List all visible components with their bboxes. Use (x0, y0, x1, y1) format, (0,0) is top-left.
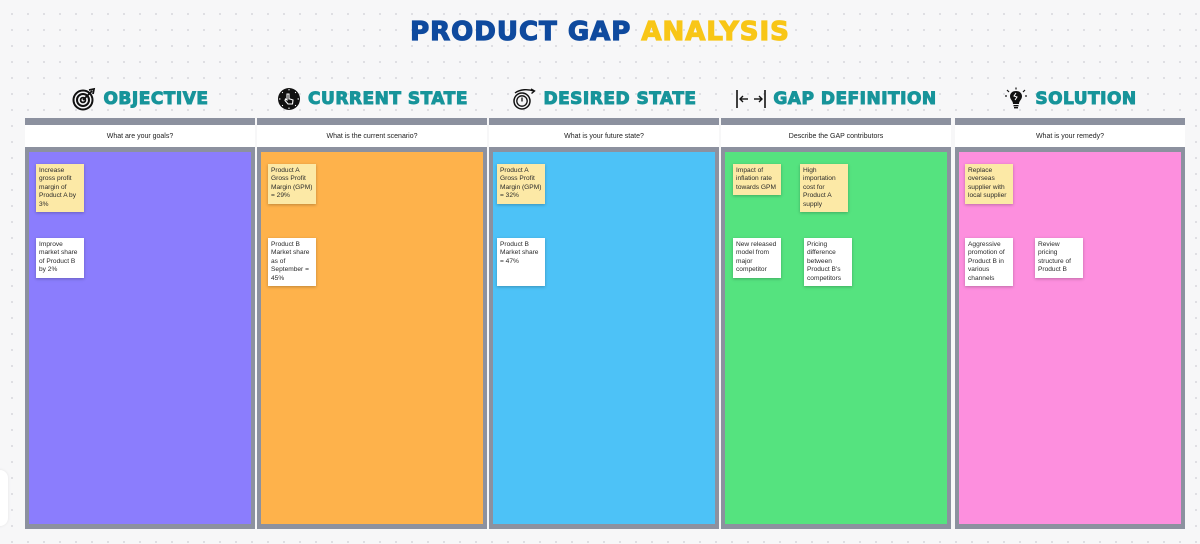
column-heading: OBJECTIVE (25, 80, 255, 118)
title-part-analysis: ANALYSIS (641, 16, 790, 47)
sticky-note[interactable]: Review pricing structure of Product B (1035, 238, 1083, 278)
sticky-note[interactable]: Product B Market share as of September =… (268, 238, 316, 287)
board-area[interactable]: Increase gross profit margin of Product … (29, 152, 251, 524)
column-header-bar (721, 118, 951, 125)
column-desired-state: DESIRED STATE What is your future state?… (489, 80, 719, 529)
side-panel-handle[interactable] (0, 470, 8, 526)
sticky-note[interactable]: Increase gross profit margin of Product … (36, 164, 84, 213)
title-part-product-gap: PRODUCT GAP (409, 16, 642, 47)
sticky-note[interactable]: Product A Gross Profit Margin (GPM) = 29… (268, 164, 316, 204)
clock-arrow-icon (511, 86, 537, 112)
board-area[interactable]: Impact of inflation rate towards GPM Hig… (725, 152, 947, 524)
sticky-note[interactable]: Pricing difference between Product B's c… (804, 238, 852, 287)
column-title: DESIRED STATE (543, 89, 697, 110)
column-header-bar (25, 118, 255, 125)
column-heading: SOLUTION (955, 80, 1185, 118)
page-title: PRODUCT GAP ANALYSIS (0, 16, 1200, 47)
column-question: Describe the GAP contributors (721, 125, 951, 147)
column-board[interactable]: Impact of inflation rate towards GPM Hig… (721, 147, 951, 529)
column-board[interactable]: Increase gross profit margin of Product … (25, 147, 255, 529)
column-title: CURRENT STATE (308, 89, 468, 110)
column-current-state: CURRENT STATE What is the current scenar… (257, 80, 487, 529)
sticky-note[interactable]: Product B Market share = 47% (497, 238, 545, 286)
column-title: GAP DEFINITION (773, 89, 937, 110)
sticky-note[interactable]: Product A Gross Profit Margin (GPM) = 32… (497, 164, 545, 204)
column-board[interactable]: Product A Gross Profit Margin (GPM) = 32… (489, 147, 719, 529)
board-area[interactable]: Product A Gross Profit Margin (GPM) = 29… (261, 152, 483, 524)
sticky-note[interactable]: Impact of inflation rate towards GPM (733, 164, 781, 196)
sticky-note[interactable]: Replace overseas supplier with local sup… (965, 164, 1013, 204)
column-heading: CURRENT STATE (257, 80, 487, 118)
column-heading: DESIRED STATE (489, 80, 719, 118)
column-heading: GAP DEFINITION (721, 80, 951, 118)
column-question: What are your goals? (25, 125, 255, 147)
touch-clock-icon (276, 86, 302, 112)
column-solution: SOLUTION What is your remedy? Replace ov… (955, 80, 1185, 529)
sticky-note[interactable]: Improve market share of Product B by 2% (36, 238, 84, 278)
column-question: What is the current scenario? (257, 125, 487, 147)
column-objective: OBJECTIVE What are your goals? Increase … (25, 80, 255, 529)
column-board[interactable]: Product A Gross Profit Margin (GPM) = 29… (257, 147, 487, 529)
board-area[interactable]: Product A Gross Profit Margin (GPM) = 32… (493, 152, 715, 524)
board-area[interactable]: Replace overseas supplier with local sup… (959, 152, 1181, 524)
column-question: What is your remedy? (955, 125, 1185, 147)
lightbulb-icon (1003, 86, 1029, 112)
target-icon (71, 86, 97, 112)
column-title: SOLUTION (1035, 89, 1137, 110)
column-header-bar (955, 118, 1185, 125)
column-board[interactable]: Replace overseas supplier with local sup… (955, 147, 1185, 529)
column-question: What is your future state? (489, 125, 719, 147)
gap-arrows-icon (735, 86, 767, 112)
sticky-note[interactable]: High importation cost for Product A supp… (800, 164, 848, 213)
column-title: OBJECTIVE (103, 89, 209, 110)
column-header-bar (257, 118, 487, 125)
sticky-note[interactable]: New released model from major competitor (733, 238, 781, 278)
column-gap-definition: GAP DEFINITION Describe the GAP contribu… (721, 80, 951, 529)
column-header-bar (489, 118, 719, 125)
sticky-note[interactable]: Aggressive promotion of Product B in var… (965, 238, 1013, 287)
